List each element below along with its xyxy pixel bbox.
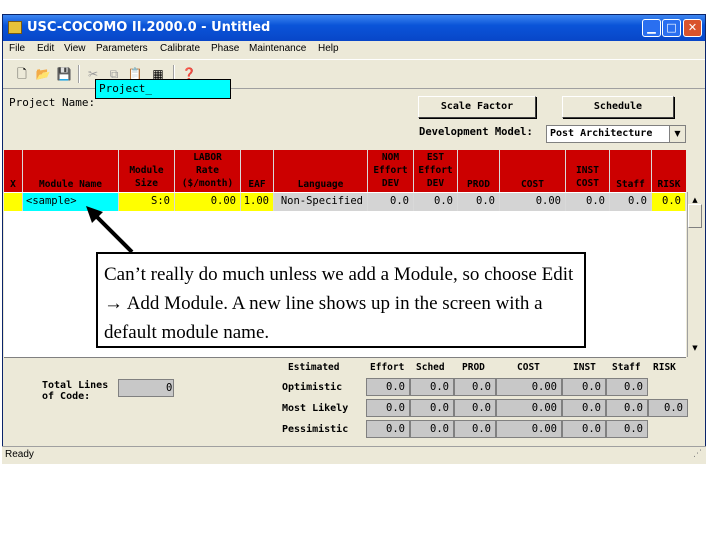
most-likely-prod: 0.0	[454, 399, 496, 417]
optimistic-prod: 0.0	[454, 378, 496, 396]
status-text: Ready	[5, 449, 34, 460]
estimates-header-staff: Staff	[612, 362, 641, 373]
pessimistic-sched: 0.0	[410, 420, 454, 438]
total-lines-label: Total Lines of Code:	[42, 380, 109, 402]
pessimistic-cost: 0.00	[496, 420, 562, 438]
pessimistic-staff: 0.0	[606, 420, 648, 438]
optimistic-label: Optimistic	[282, 382, 343, 393]
estimates-header-prod: PROD	[462, 362, 485, 373]
most-likely-risk: 0.0	[648, 399, 688, 417]
estimates-header-sched: Sched	[416, 362, 445, 373]
estimates-header-inst: INST	[573, 362, 596, 373]
optimistic-effort: 0.0	[366, 378, 410, 396]
estimates-header-cost: COST	[517, 362, 540, 373]
pessimistic-inst: 0.0	[562, 420, 606, 438]
most-likely-staff: 0.0	[606, 399, 648, 417]
most-likely-inst: 0.0	[562, 399, 606, 417]
pessimistic-prod: 0.0	[454, 420, 496, 438]
resize-grip-icon[interactable]: ⋰	[693, 449, 702, 459]
most-likely-sched: 0.0	[410, 399, 454, 417]
most-likely-cost: 0.00	[496, 399, 562, 417]
status-bar: Ready ⋰	[2, 446, 706, 464]
estimates-header-effort: Effort	[370, 362, 405, 373]
total-lines-value: 0	[118, 379, 174, 397]
instruction-callout: Can’t really do much unless we add a Mod…	[96, 252, 586, 348]
optimistic-cost: 0.00	[496, 378, 562, 396]
optimistic-sched: 0.0	[410, 378, 454, 396]
optimistic-inst: 0.0	[562, 378, 606, 396]
most-likely-effort: 0.0	[366, 399, 410, 417]
most-likely-label: Most Likely	[282, 403, 349, 414]
estimates-header-estimated: Estimated	[288, 362, 340, 373]
optimistic-staff: 0.0	[606, 378, 648, 396]
pessimistic-effort: 0.0	[366, 420, 410, 438]
pessimistic-label: Pessimistic	[282, 424, 349, 435]
estimates-header-risk: RISK	[653, 362, 676, 373]
